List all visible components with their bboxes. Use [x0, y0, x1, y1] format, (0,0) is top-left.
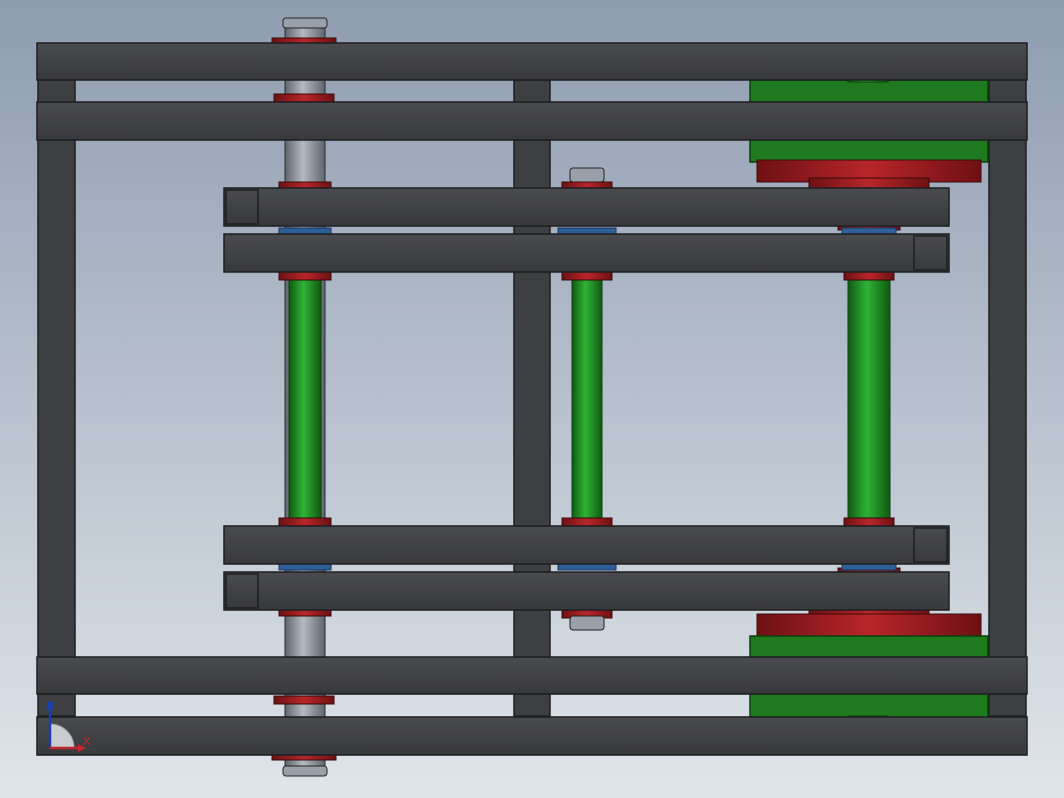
frame-beam-top-2 [36, 101, 1028, 141]
triad-x-label: X [83, 735, 91, 748]
right-collar-3 [843, 517, 895, 527]
left-collar-1 [278, 181, 332, 189]
left-end-cap-bottom [282, 765, 328, 777]
left-green-roller [288, 277, 322, 521]
frame-post-middle [513, 79, 551, 717]
frame-beam-bottom-1 [36, 656, 1028, 695]
left-collar-5 [278, 563, 332, 571]
right-bottom-red-flange [756, 613, 982, 637]
frame-beam-top-1 [36, 42, 1028, 81]
middle-collar-5 [557, 563, 617, 571]
frame-post-right [988, 79, 1027, 717]
middle-collar-1 [561, 181, 613, 189]
left-end-cap-top [282, 17, 328, 29]
middle-end-cap-top [569, 167, 605, 183]
inner-beam-3 [223, 525, 950, 565]
left-collar-4 [278, 517, 332, 527]
left-collar-6 [278, 609, 332, 617]
middle-collar-2 [557, 227, 617, 235]
triad-z-label: Z [47, 700, 55, 713]
right-collar-1 [841, 227, 897, 235]
inner-beam-1 [223, 187, 950, 227]
left-collar-2 [278, 227, 332, 235]
inner-beam-2 [223, 233, 950, 273]
middle-collar-4 [561, 517, 613, 527]
left-bearing-top-3 [273, 93, 335, 103]
right-collar-2 [843, 271, 895, 281]
right-collar-4 [841, 563, 897, 571]
middle-green-roller [571, 277, 603, 521]
middle-collar-3 [561, 271, 613, 281]
left-collar-3 [278, 271, 332, 281]
inner-beam-4 [223, 571, 950, 611]
frame-beam-bottom-2 [36, 716, 1028, 756]
cad-viewport[interactable]: Z X [0, 0, 1064, 798]
middle-end-cap-bottom [569, 615, 605, 631]
left-bearing-bottom-1 [273, 695, 335, 705]
frame-post-left [37, 79, 76, 717]
